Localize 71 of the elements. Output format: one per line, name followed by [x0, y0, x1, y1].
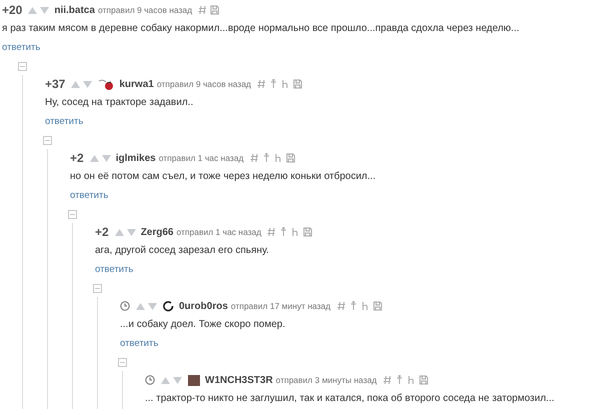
- author-name[interactable]: nii.batca: [54, 4, 95, 16]
- branch-icon[interactable]: [291, 227, 300, 237]
- rating-score: +20: [2, 3, 22, 17]
- up-arrow-icon[interactable]: [279, 227, 288, 237]
- hash-icon[interactable]: [250, 153, 259, 163]
- downvote-icon[interactable]: [173, 376, 182, 384]
- up-arrow-icon[interactable]: [394, 375, 404, 385]
- comment-text: ...и собаку доел. Тоже скоро помер.: [120, 318, 286, 332]
- upvote-icon[interactable]: [71, 80, 80, 88]
- branch-icon[interactable]: [406, 375, 416, 385]
- reply-link[interactable]: ответить: [95, 261, 134, 281]
- post-time: отправил 9 часов назад: [98, 5, 192, 15]
- ring-avatar-icon: [163, 300, 174, 312]
- author-name[interactable]: 0urob0ros: [179, 300, 228, 312]
- hash-icon[interactable]: [336, 301, 346, 311]
- author-name[interactable]: iglmikes: [116, 152, 156, 164]
- post-time: отправил 3 минуты назад: [276, 375, 377, 385]
- hash-icon[interactable]: [267, 227, 276, 237]
- comment-text: ага, другой сосед зарезал его спьяну.: [95, 244, 270, 258]
- upvote-icon[interactable]: [90, 154, 99, 162]
- collapse-icon[interactable]: [43, 136, 52, 145]
- upvote-icon[interactable]: [28, 6, 38, 14]
- branch-icon[interactable]: [281, 79, 290, 89]
- collapse-icon[interactable]: [68, 210, 77, 219]
- save-icon[interactable]: [293, 79, 302, 89]
- avatar-icon: [98, 78, 114, 90]
- post-time: отправил 1 час назад: [176, 227, 262, 237]
- collapse-icon[interactable]: [118, 358, 127, 367]
- downvote-icon[interactable]: [83, 80, 92, 88]
- hash-icon[interactable]: [382, 375, 392, 385]
- reply-link[interactable]: ответить: [45, 113, 84, 133]
- reply-link[interactable]: ответить: [120, 335, 158, 355]
- reply-link[interactable]: ответить: [70, 187, 108, 207]
- up-arrow-icon[interactable]: [348, 301, 358, 311]
- comment-text: но он её потом сам съел, и тоже через неделю коньки отбросил...: [70, 170, 377, 184]
- rating-score: +37: [45, 77, 66, 91]
- save-icon[interactable]: [286, 153, 295, 163]
- comment-text: ... трактор-то никто не заглушил, так и катался, пока об второго соседа не затормозил...: [145, 392, 556, 406]
- save-icon[interactable]: [372, 301, 382, 311]
- downvote-icon[interactable]: [102, 154, 111, 162]
- downvote-icon[interactable]: [126, 228, 136, 236]
- post-time: отправил 17 минут назад: [230, 301, 330, 311]
- save-icon[interactable]: [210, 5, 220, 15]
- upvote-icon[interactable]: [114, 228, 124, 236]
- clock-icon: [145, 375, 155, 385]
- avatar-photo-placeholder: [188, 374, 200, 386]
- hash-icon[interactable]: [198, 5, 208, 15]
- branch-icon[interactable]: [274, 153, 283, 163]
- author-name[interactable]: Zerg66: [140, 226, 174, 238]
- collapse-icon[interactable]: [18, 62, 27, 71]
- collapse-icon[interactable]: [93, 284, 102, 293]
- comment-text: Ну, сосед на тракторе задавил..: [45, 96, 194, 110]
- post-time: отправил 9 часов назад: [156, 79, 252, 89]
- upvote-icon[interactable]: [136, 302, 145, 310]
- author-name[interactable]: W1NCH3ST3R: [205, 374, 273, 386]
- downvote-icon[interactable]: [40, 6, 50, 14]
- reply-link[interactable]: ответить: [2, 39, 40, 59]
- rating-score: +2: [70, 151, 84, 165]
- downvote-icon[interactable]: [148, 302, 157, 310]
- hash-icon[interactable]: [257, 79, 266, 89]
- up-arrow-icon[interactable]: [269, 79, 278, 89]
- post-time: отправил 1 час назад: [158, 153, 244, 163]
- branch-icon[interactable]: [360, 301, 370, 311]
- save-icon[interactable]: [303, 227, 312, 237]
- save-icon[interactable]: [418, 375, 428, 385]
- author-name[interactable]: kurwa1: [119, 78, 154, 90]
- clock-icon: [120, 301, 130, 311]
- up-arrow-icon[interactable]: [262, 153, 271, 163]
- upvote-icon[interactable]: [161, 376, 170, 384]
- comment-text: я раз таким мясом в деревне собаку накормил...вроде нормально все прошло...правда сдохла через неделю...: [2, 22, 520, 36]
- rating-score: +2: [95, 225, 109, 239]
